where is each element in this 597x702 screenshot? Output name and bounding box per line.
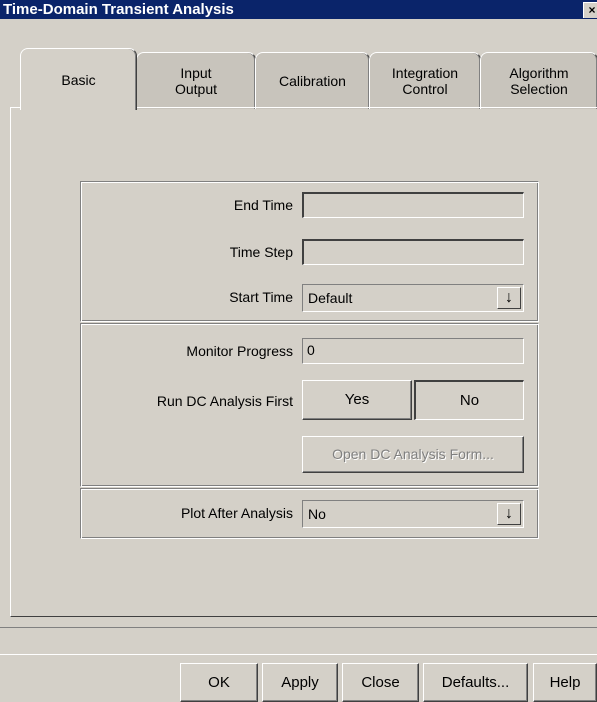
monitor-progress-label: Monitor Progress xyxy=(186,343,293,359)
plot-after-analysis-value: No xyxy=(308,506,326,522)
tab-basic[interactable]: Basic xyxy=(20,48,137,110)
status-bar xyxy=(0,627,597,655)
end-time-input[interactable] xyxy=(302,192,524,218)
help-button[interactable]: Help xyxy=(533,663,597,702)
close-button[interactable]: Close xyxy=(342,663,419,702)
run-dc-yes-button[interactable]: Yes xyxy=(302,380,412,420)
start-time-label: Start Time xyxy=(229,289,293,305)
time-step-label: Time Step xyxy=(229,244,293,260)
chevron-down-icon[interactable]: ↓ xyxy=(497,503,521,525)
tab-calibration[interactable]: Calibration xyxy=(255,52,370,109)
defaults-button[interactable]: Defaults... xyxy=(423,663,528,702)
time-settings-group: End Time Time Step Start Time Default ↓ xyxy=(80,181,539,322)
ok-button[interactable]: OK xyxy=(180,663,258,702)
window-title: Time-Domain Transient Analysis xyxy=(3,1,234,18)
tab-algorithm-selection[interactable]: Algorithm Selection xyxy=(480,52,597,109)
chevron-down-icon[interactable]: ↓ xyxy=(497,287,521,309)
plot-settings-group: Plot After Analysis No ↓ xyxy=(80,488,539,539)
apply-button[interactable]: Apply xyxy=(262,663,338,702)
tab-input-output[interactable]: Input Output xyxy=(136,52,256,109)
start-time-value: Default xyxy=(308,290,353,306)
tab-integration-control[interactable]: Integration Control xyxy=(369,52,481,109)
run-dc-no-button[interactable]: No xyxy=(414,380,524,420)
start-time-select[interactable]: Default ↓ xyxy=(302,284,524,312)
monitor-progress-input[interactable]: 0 xyxy=(302,338,524,364)
title-bar: Time-Domain Transient Analysis × xyxy=(0,0,597,19)
monitor-settings-group: Monitor Progress 0 Run DC Analysis First… xyxy=(80,323,539,487)
time-step-input[interactable] xyxy=(302,239,524,265)
plot-after-analysis-select[interactable]: No ↓ xyxy=(302,500,524,528)
close-icon[interactable]: × xyxy=(583,2,597,18)
end-time-label: End Time xyxy=(233,197,293,213)
open-dc-analysis-form-button[interactable]: Open DC Analysis Form... xyxy=(302,436,524,473)
plot-after-analysis-label: Plot After Analysis xyxy=(180,505,293,521)
run-dc-label: Run DC Analysis First xyxy=(156,393,293,409)
